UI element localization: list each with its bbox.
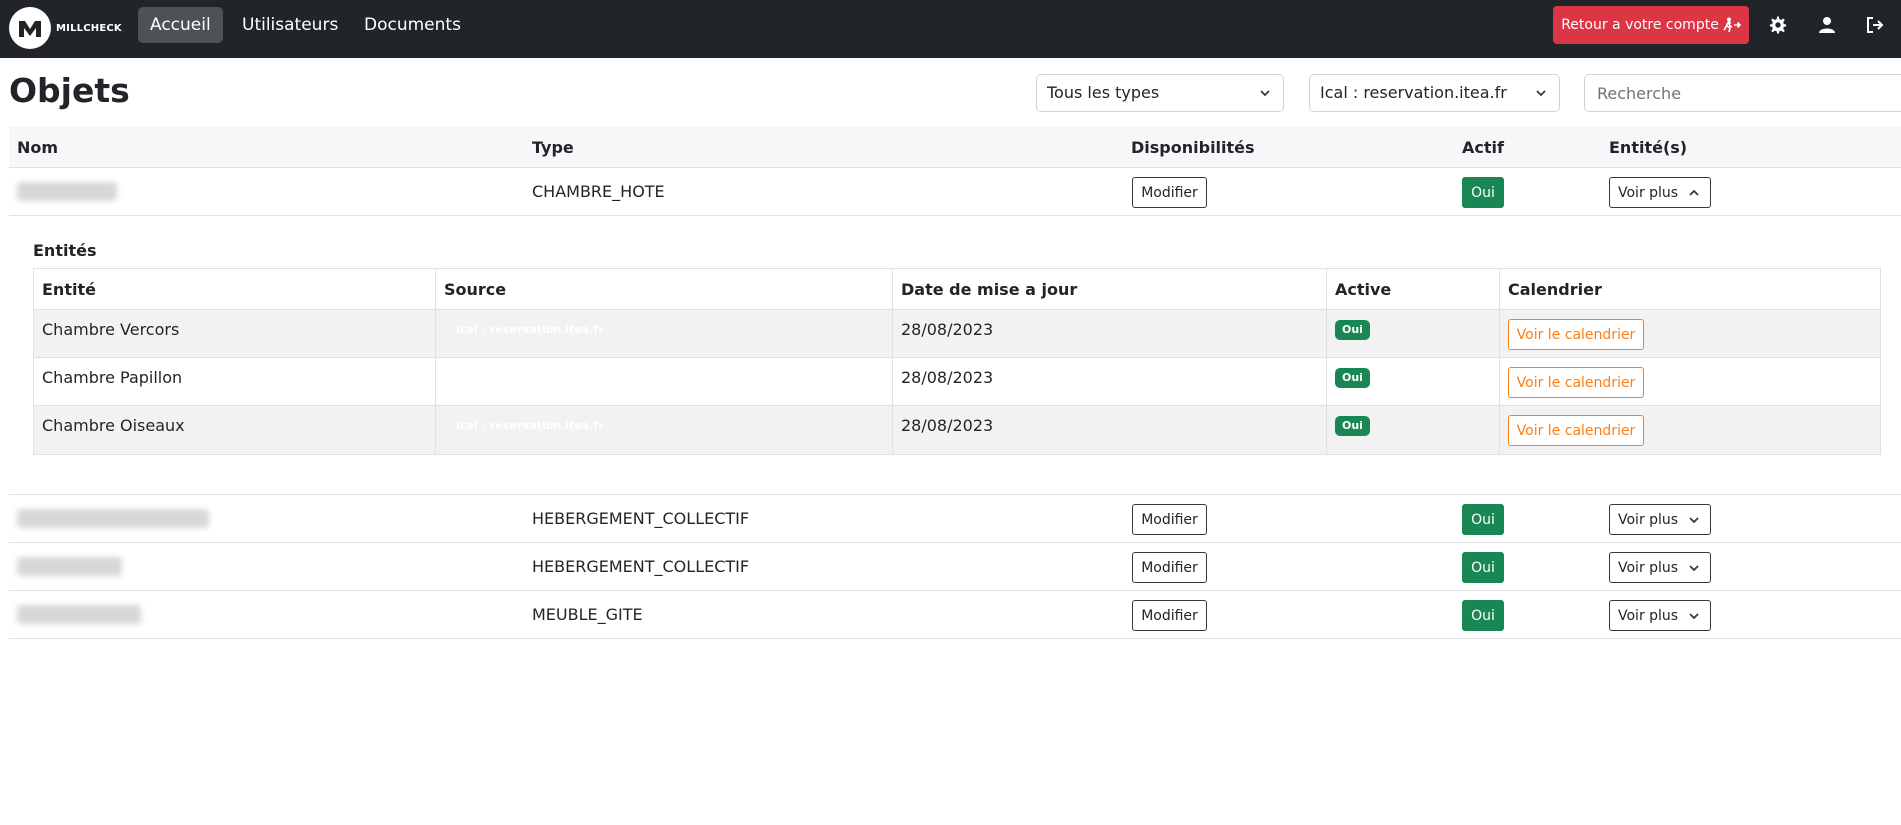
object-type: HEBERGEMENT_COLLECTIF [532,509,750,528]
entity-date: 28/08/2023 [893,358,1327,405]
running-exit-icon [1723,17,1741,33]
voir-calendrier-button[interactable]: Voir le calendrier [1508,319,1644,350]
nav-link-utilisateurs[interactable]: Utilisateurs [230,7,350,43]
entity-row: Chambre Papillon 28/08/2023 Oui Voir le … [34,358,1880,406]
status-badge: Oui [1335,416,1370,436]
voir-plus-label: Voir plus [1618,559,1679,576]
entity-date: 28/08/2023 [893,406,1327,454]
logout-icon[interactable] [1862,12,1888,38]
object-name-redacted [17,605,141,624]
entity-source: Ical : reservation.itea.fr [436,406,893,454]
table-row: HEBERGEMENT_COLLECTIF Modifier Oui Voir … [9,543,1901,591]
modify-button[interactable]: Modifier [1132,600,1207,631]
modify-button[interactable]: Modifier [1132,552,1207,583]
entity-name: Chambre Vercors [34,310,436,357]
entity-date: 28/08/2023 [893,310,1327,357]
objects-table-header: Nom Type Disponibilités Actif Entité(s) [9,127,1901,168]
nav-link-documents[interactable]: Documents [352,7,473,43]
page-title: Objets [9,71,130,110]
voir-plus-label: Voir plus [1618,607,1679,624]
modify-button[interactable]: Modifier [1132,504,1207,535]
entity-calendar: Voir le calendrier [1500,406,1880,454]
nav-link-accueil[interactable]: Accueil [138,7,223,43]
chevron-up-icon [1689,189,1699,196]
entities-title: Entités [33,241,97,260]
entity-calendar: Voir le calendrier [1500,358,1880,405]
voir-plus-label: Voir plus [1618,511,1679,528]
type-filter-value: Tous les types [1047,83,1160,102]
actif-oui-button[interactable]: Oui [1462,600,1504,631]
source-filter-value: Ical : reservation.itea.fr [1320,83,1507,102]
chevron-down-icon [1260,90,1270,97]
entity-name: Chambre Oiseaux [34,406,436,454]
voir-plus-label: Voir plus [1618,184,1679,201]
chevron-down-icon [1689,517,1699,524]
entity-active: Oui [1327,310,1500,357]
entity-calendar: Voir le calendrier [1500,310,1880,357]
object-name-redacted [17,557,122,576]
table-row: CHAMBRE_HOTE Modifier Oui Voir plus [9,168,1901,216]
chevron-down-icon [1689,565,1699,572]
entity-row: Chambre Oiseaux Ical : reservation.itea.… [34,406,1880,454]
retour-label: Retour a votre compte [1561,17,1719,33]
object-type: MEUBLE_GITE [532,605,643,624]
entities-header-entite: Entité [34,269,436,309]
column-header-nom: Nom [17,138,59,157]
entities-panel: Entités Entité Source Date de mise a jou… [9,216,1901,495]
column-header-disponibilites: Disponibilités [1131,138,1255,157]
entity-source: Ical : reservation.itea.fr [436,310,893,357]
entity-source-text: Ical : reservation.itea.fr [456,323,604,336]
voir-plus-button[interactable]: Voir plus [1609,552,1711,583]
retour-account-button[interactable]: Retour a votre compte [1553,6,1749,44]
entity-name: Chambre Papillon [34,358,436,405]
entity-source-text: Ical : reservation.itea.fr [456,419,604,432]
voir-plus-button[interactable]: Voir plus [1609,504,1711,535]
type-filter-select[interactable]: Tous les types [1036,74,1284,112]
voir-plus-button[interactable]: Voir plus [1609,177,1711,208]
entities-table-header: Entité Source Date de mise a jour Active… [34,269,1880,310]
object-type: CHAMBRE_HOTE [532,182,665,201]
column-header-entites: Entité(s) [1609,138,1688,157]
entity-active: Oui [1327,358,1500,405]
entity-source [436,358,893,405]
chevron-down-icon [1689,613,1699,620]
millcheck-logo-icon [9,7,51,49]
column-header-type: Type [532,138,574,157]
modify-button[interactable]: Modifier [1132,177,1207,208]
voir-calendrier-button[interactable]: Voir le calendrier [1508,415,1644,446]
actif-oui-button[interactable]: Oui [1462,504,1504,535]
chevron-down-icon [1536,90,1546,97]
entity-row: Chambre Vercors Ical : reservation.itea.… [34,310,1880,358]
entities-header-active: Active [1327,269,1500,309]
user-icon[interactable] [1814,12,1840,38]
entities-table: Entité Source Date de mise a jour Active… [33,268,1881,455]
gear-icon[interactable] [1765,12,1791,38]
entities-header-calendrier: Calendrier [1508,280,1602,299]
column-header-actif: Actif [1462,138,1504,157]
brand-logo[interactable]: MILLCHECK [9,5,122,51]
voir-plus-button[interactable]: Voir plus [1609,600,1711,631]
table-row: MEUBLE_GITE Modifier Oui Voir plus [9,591,1901,639]
object-name-redacted [17,509,209,528]
brand-name: MILLCHECK [56,22,122,34]
voir-calendrier-button[interactable]: Voir le calendrier [1508,367,1644,398]
top-navbar: MILLCHECK Accueil Utilisateurs Documents… [0,0,1901,58]
object-name-redacted [17,182,117,201]
entity-active: Oui [1327,406,1500,454]
entities-header-date: Date de mise a jour [893,269,1327,309]
source-filter-select[interactable]: Ical : reservation.itea.fr [1309,74,1560,112]
status-badge: Oui [1335,368,1370,388]
status-badge: Oui [1335,320,1370,340]
object-type: HEBERGEMENT_COLLECTIF [532,557,750,576]
table-row: HEBERGEMENT_COLLECTIF Modifier Oui Voir … [9,495,1901,543]
actif-oui-button[interactable]: Oui [1462,177,1504,208]
actif-oui-button[interactable]: Oui [1462,552,1504,583]
entities-header-source: Source [436,269,893,309]
search-input[interactable] [1584,74,1901,112]
